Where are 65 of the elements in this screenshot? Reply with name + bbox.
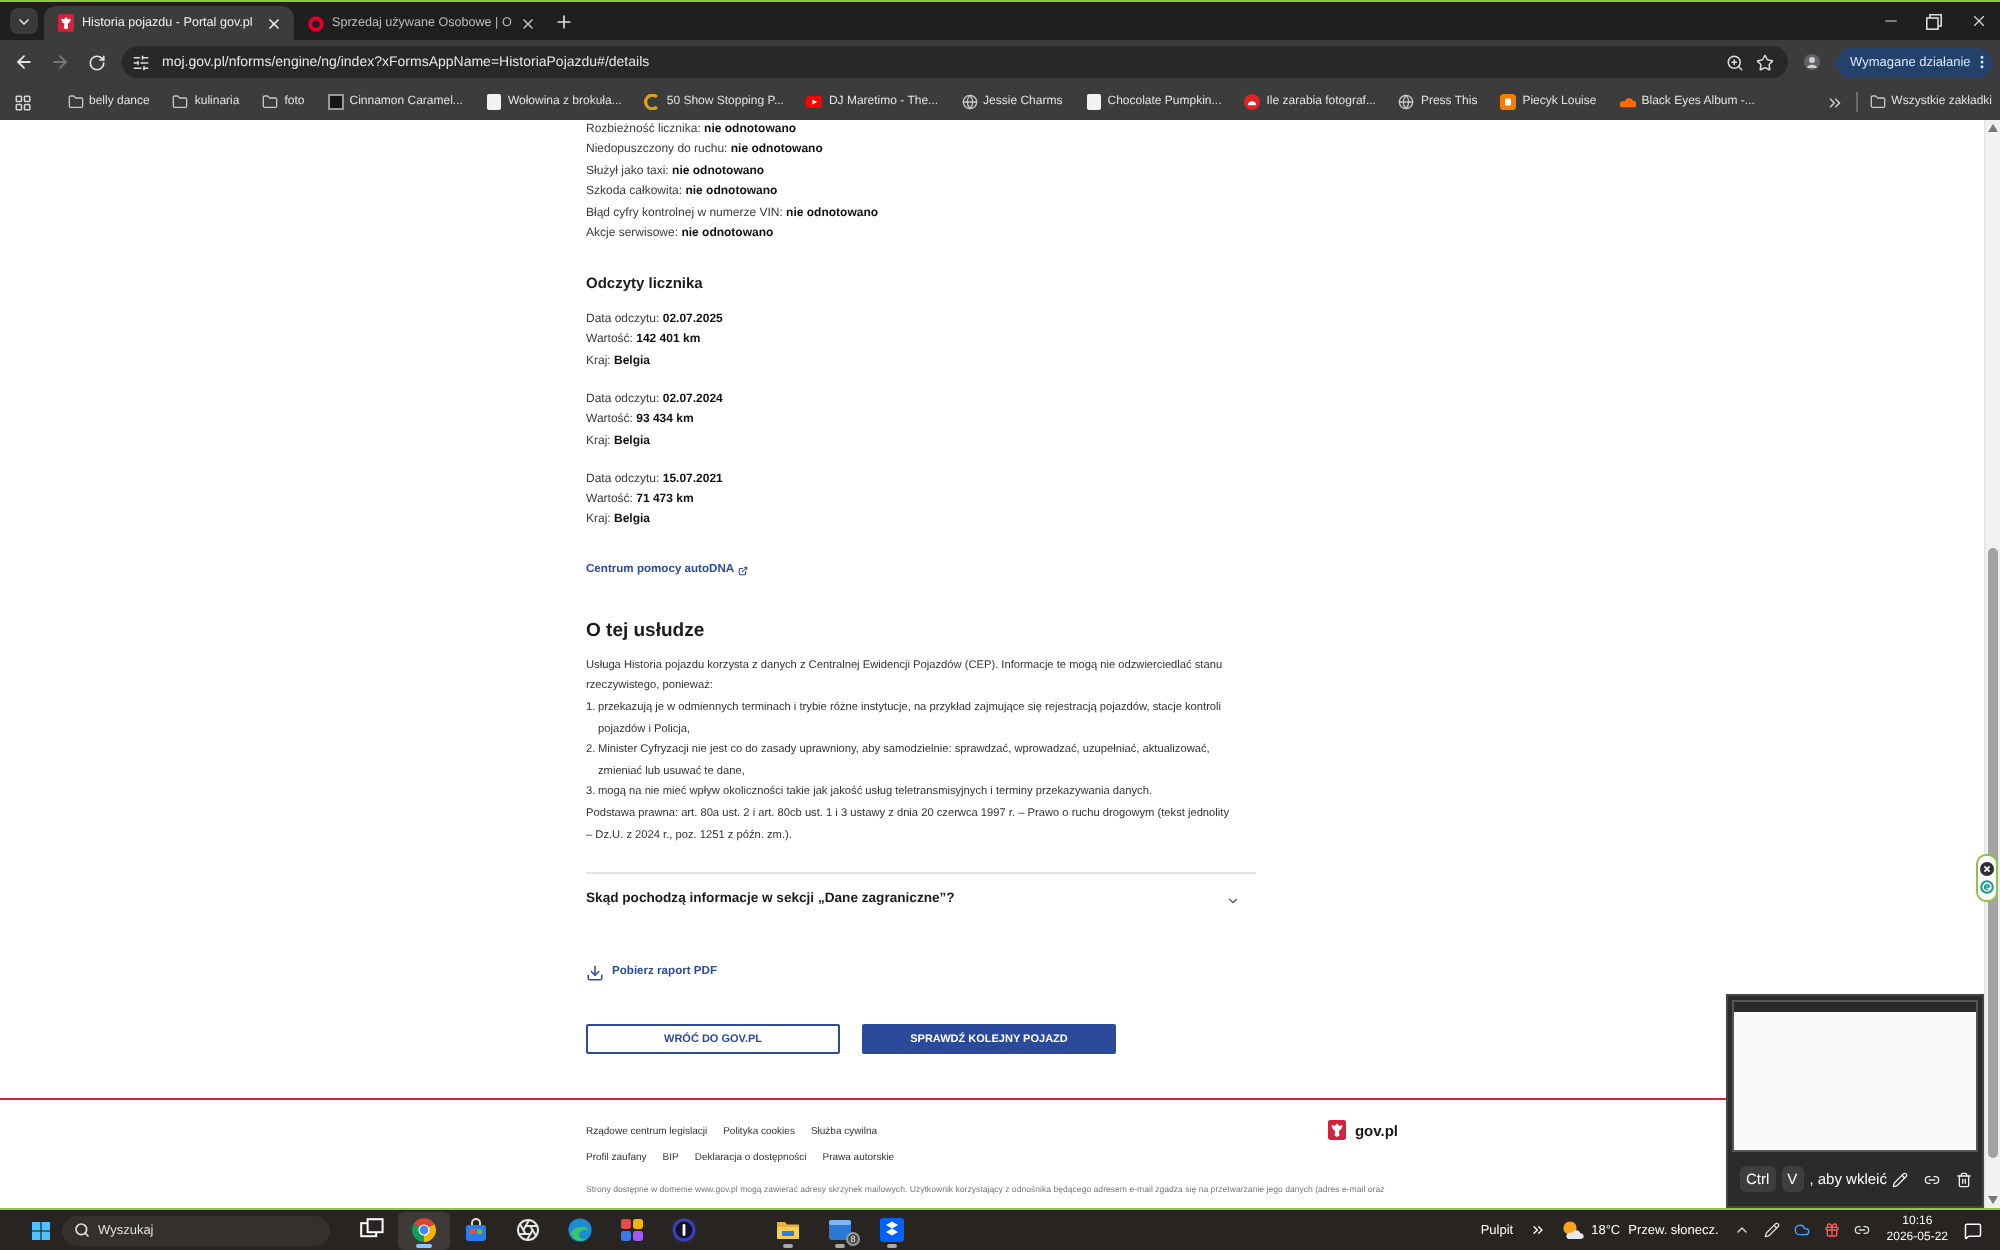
page-icon — [1085, 94, 1102, 110]
pencil-icon[interactable] — [1892, 1171, 1909, 1187]
emblem-icon — [58, 14, 74, 32]
four-panes-icon[interactable] — [32, 1221, 50, 1239]
folder-icon — [1869, 94, 1886, 110]
caret-up-icon[interactable] — [1988, 124, 1998, 132]
caret-down-icon[interactable] — [1988, 1196, 1998, 1204]
taskbar-app-button[interactable] — [398, 1211, 450, 1249]
download-icon — [586, 963, 604, 982]
tab-search-button[interactable] — [10, 8, 38, 34]
new-tab-button[interactable] — [551, 10, 576, 34]
arrow-left-icon — [14, 52, 34, 72]
cloud-icon — [1619, 94, 1636, 110]
chevrons-right-icon[interactable] — [1529, 1222, 1546, 1238]
folder-icon — [262, 94, 279, 110]
sun-cloud-icon — [1561, 1220, 1584, 1240]
chevron-up-icon[interactable] — [1734, 1222, 1751, 1238]
scrollbar-thumb[interactable] — [1988, 548, 1998, 1158]
tiles-icon — [620, 1218, 644, 1242]
site-settings-icon[interactable] — [132, 53, 150, 71]
zoom-icon[interactable] — [1726, 53, 1744, 71]
arrow-right-icon — [50, 52, 70, 72]
scrollbar[interactable] — [1984, 120, 2000, 1208]
search-icon — [74, 1222, 90, 1238]
globe-icon — [961, 94, 978, 110]
folder-icon — [172, 94, 189, 110]
screenshot-thumbnail[interactable] — [1732, 1000, 1978, 1152]
globe-icon — [1398, 94, 1415, 110]
rounded-square-icon — [1500, 94, 1517, 110]
emblem-icon — [1328, 1120, 1347, 1141]
restore-icon — [1926, 13, 1942, 29]
shopping-bag-icon — [464, 1218, 488, 1242]
trash-icon[interactable] — [1956, 1171, 1973, 1187]
square-icon — [327, 94, 344, 110]
chevron-down-icon — [16, 13, 32, 29]
page-icon — [485, 94, 502, 110]
section-heading: O tej usłudze — [586, 620, 707, 645]
play-icon — [806, 94, 823, 110]
reload-icon — [87, 53, 105, 71]
link-icon[interactable] — [1924, 1171, 1941, 1187]
plus-icon — [553, 12, 574, 32]
cloud-icon[interactable] — [1794, 1222, 1811, 1238]
window-icon — [828, 1218, 852, 1242]
swirl-icon — [568, 1218, 592, 1242]
stacked-windows-icon — [360, 1218, 384, 1242]
notification-icon[interactable] — [1964, 1221, 1982, 1239]
disc-icon — [672, 1218, 696, 1242]
pen-icon[interactable] — [1764, 1222, 1781, 1238]
segmented-circle-icon — [412, 1218, 436, 1242]
ring-icon — [308, 15, 324, 31]
link-icon[interactable] — [1854, 1222, 1871, 1238]
close-icon[interactable] — [519, 15, 536, 31]
star-icon[interactable] — [1756, 53, 1774, 71]
gift-icon[interactable] — [1824, 1222, 1841, 1238]
aperture-icon — [516, 1218, 540, 1242]
avatar-icon[interactable] — [1804, 54, 1820, 70]
external-link-icon — [738, 565, 749, 576]
folder-icon — [776, 1218, 800, 1242]
close-icon — [1969, 12, 1987, 30]
box-tile-icon — [880, 1218, 904, 1242]
dome-icon — [1244, 94, 1261, 110]
apps-grid-icon[interactable] — [14, 93, 32, 111]
crescent-icon — [644, 94, 661, 110]
chevrons-right-icon[interactable] — [1825, 93, 1844, 111]
folder-icon — [67, 94, 83, 110]
